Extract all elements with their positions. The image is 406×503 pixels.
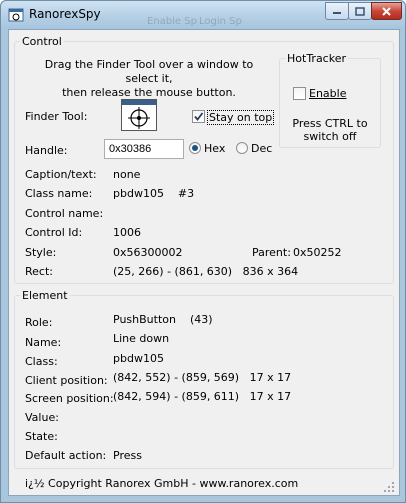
close-icon: [382, 6, 391, 16]
classname-label: Class name:: [25, 187, 93, 200]
hottracker-group-legend: HotTracker: [287, 52, 346, 65]
checkmark-icon: [194, 112, 204, 121]
style-value: 0x56300002: [113, 246, 183, 259]
app-window: RanorexSpy Enable Sp Login Sp Control Ho…: [0, 0, 406, 503]
screen-position-label: Screen position:: [25, 392, 114, 405]
state-label: State:: [25, 430, 58, 443]
handle-input[interactable]: [104, 139, 184, 159]
controlname-label: Control name:: [25, 207, 104, 220]
background-window-title: Login Sp: [199, 16, 242, 27]
ranorex-spy-app-icon: [8, 8, 24, 22]
default-action-value: Press: [113, 449, 142, 462]
hottracker-hint: Press CTRL to switch off: [292, 117, 368, 143]
parent-label: Parent:: [252, 246, 291, 259]
client-area: Control HotTracker Element Drag the Find…: [8, 29, 400, 496]
rect-value: (25, 266) - (861, 630) 836 x 364: [113, 265, 299, 278]
crosshair-icon: [122, 100, 156, 129]
client-position-label: Client position:: [25, 374, 108, 387]
classname-value: pbdw105 #3: [113, 187, 195, 200]
hottracker-enable-checkbox[interactable]: [293, 87, 306, 100]
screen-position-value: (842, 594) - (859, 611) 17 x 17: [113, 390, 292, 403]
handle-label: Handle:: [25, 144, 68, 157]
name-value: Line down: [113, 332, 170, 345]
title-bar[interactable]: RanorexSpy Enable Sp Login Sp: [1, 1, 405, 29]
rect-label: Rect:: [25, 265, 53, 278]
role-label: Role:: [25, 316, 53, 329]
maximize-button[interactable]: [348, 2, 372, 20]
minimize-icon: [333, 12, 341, 14]
default-action-label: Default action:: [25, 449, 107, 462]
role-value: PushButton (43): [113, 313, 213, 326]
dec-radio[interactable]: [236, 142, 248, 154]
copyright-text: i¿½ Copyright Ranorex GmbH - www.ranorex…: [25, 477, 299, 490]
client-position-value: (842, 552) - (859, 569) 17 x 17: [113, 371, 292, 384]
value-label: Value:: [25, 411, 59, 424]
element-group-legend: Element: [22, 289, 68, 302]
controlid-label: Control Id:: [25, 226, 83, 239]
stay-on-top-checkbox[interactable]: [192, 110, 205, 123]
close-button[interactable]: [371, 2, 402, 20]
minimize-button[interactable]: [325, 2, 349, 20]
finder-tool[interactable]: [121, 99, 157, 131]
maximize-icon: [355, 6, 365, 16]
window-title: RanorexSpy: [29, 7, 101, 21]
caption-label: Caption/text:: [25, 168, 97, 181]
style-label: Style:: [25, 246, 57, 259]
finder-tool-label: Finder Tool:: [25, 110, 88, 123]
resize-grip-icon[interactable]: [383, 481, 395, 493]
controlid-value: 1006: [113, 226, 141, 239]
hottracker-enable-label[interactable]: Enable: [309, 87, 346, 100]
parent-value: 0x50252: [293, 246, 342, 259]
name-label: Name:: [25, 336, 62, 349]
control-group-legend: Control: [22, 35, 62, 48]
dec-label[interactable]: Dec: [251, 142, 272, 155]
stay-on-top-label[interactable]: Stay on top: [207, 110, 275, 125]
class-value: pbdw105: [113, 352, 164, 365]
hex-label[interactable]: Hex: [204, 142, 225, 155]
class-label: Class:: [25, 355, 58, 368]
background-window-title: Enable Sp: [147, 16, 197, 27]
finder-instruction-text: Drag the Finder Tool over a window to se…: [44, 58, 254, 99]
hex-radio[interactable]: [189, 142, 201, 154]
caption-value: none: [113, 168, 141, 181]
